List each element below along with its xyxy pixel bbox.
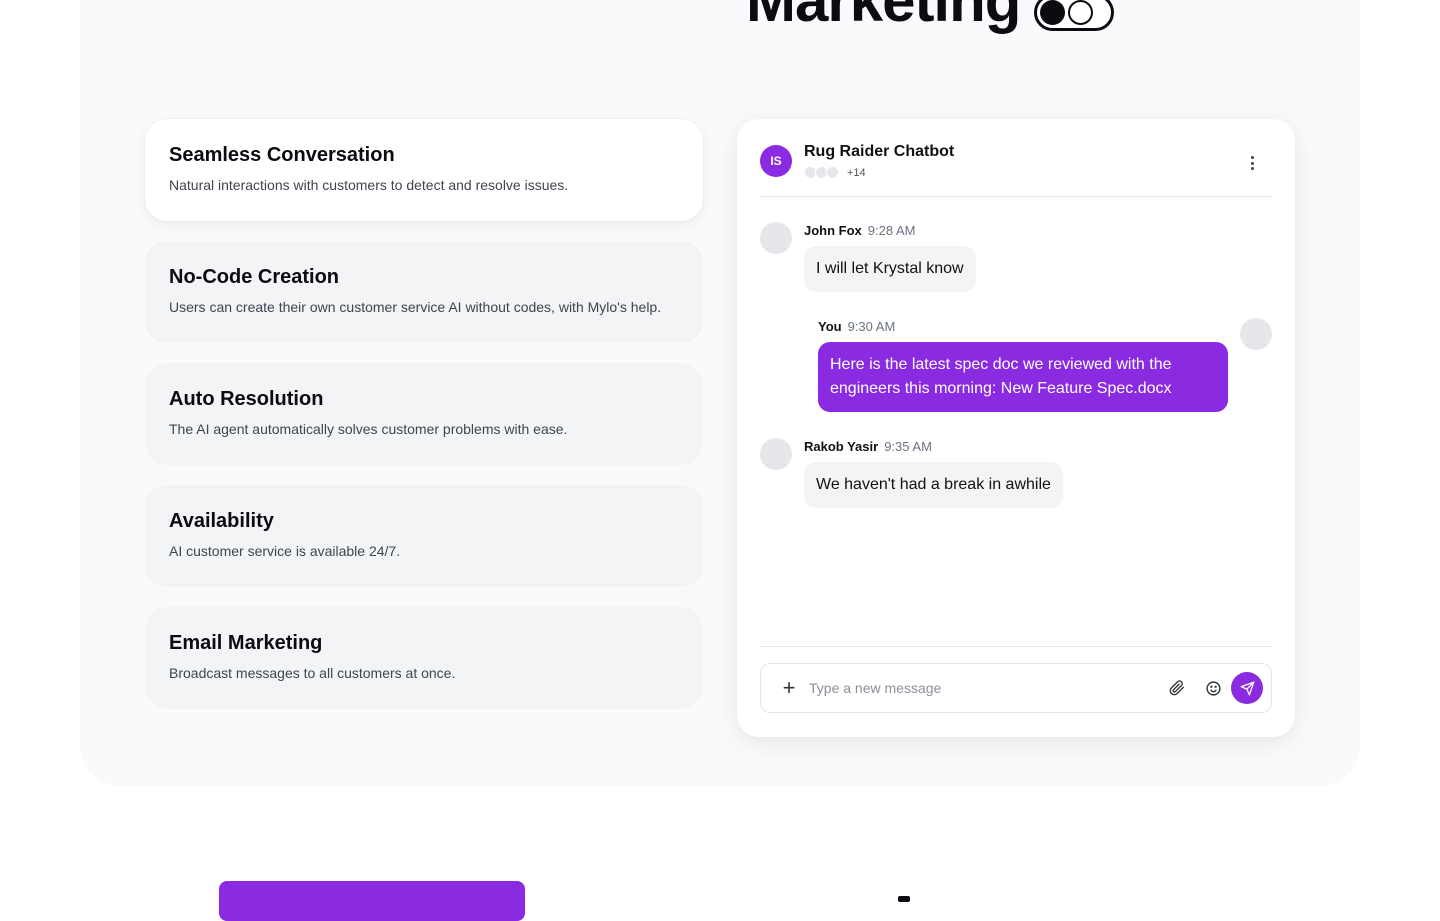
chat-title: Rug Raider Chatbot (804, 143, 955, 160)
toggle-knob-outline (1068, 0, 1093, 25)
message-time: 9:28 AM (867, 223, 916, 238)
message-bubble-outgoing: Here is the latest spec doc we reviewed … (818, 342, 1228, 412)
message-time: 9:35 AM (884, 439, 932, 454)
section-title: Marketing (746, 0, 1021, 34)
message-meta: You 9:30 AM (818, 319, 895, 334)
feature-title: Availability (169, 510, 274, 532)
feature-card-availability[interactable]: Availability AI customer service is avai… (145, 485, 703, 587)
bot-avatar: IS (760, 145, 792, 177)
attachment-icon[interactable] (1165, 676, 1189, 700)
feature-description: Broadcast messages to all customers at o… (169, 665, 456, 681)
message-composer: + (760, 663, 1272, 713)
feature-card-auto-resolution[interactable]: Auto Resolution The AI agent automatical… (145, 363, 703, 465)
avatar (760, 222, 792, 254)
add-icon[interactable]: + (777, 676, 801, 700)
send-icon (1240, 681, 1254, 695)
chat-window: IS Rug Raider Chatbot +14 John Fox 9:28 A… (737, 119, 1295, 737)
message-meta: John Fox 9:28 AM (804, 223, 915, 238)
more-options-icon[interactable] (1246, 153, 1258, 173)
message-time: 9:30 AM (847, 319, 896, 334)
member-avatar (826, 166, 839, 179)
message-bubble-incoming: I will let Krystal know (804, 246, 976, 292)
toggle-knob-filled (1040, 0, 1065, 25)
message-bubble-incoming: We haven't had a break in awhile (804, 462, 1063, 508)
feature-title: Email Marketing (169, 632, 323, 654)
feature-title: Auto Resolution (169, 388, 324, 410)
feature-card-email-marketing[interactable]: Email Marketing Broadcast messages to al… (145, 607, 703, 709)
member-count: +14 (847, 166, 866, 179)
sender-name: Rakob Yasir (804, 439, 879, 454)
chat-header: IS Rug Raider Chatbot +14 (760, 143, 1272, 197)
avatar (760, 438, 792, 470)
send-button[interactable] (1231, 672, 1263, 704)
divider (760, 646, 1272, 647)
feature-card-seamless-conversation[interactable]: Seamless Conversation Natural interactio… (145, 119, 703, 221)
feature-title: Seamless Conversation (169, 144, 395, 166)
emoji-icon[interactable] (1201, 676, 1225, 700)
feature-description: AI customer service is available 24/7. (169, 543, 401, 559)
next-section-glyph (898, 896, 910, 902)
feature-title: No-Code Creation (169, 266, 339, 288)
feature-description: Natural interactions with customers to d… (169, 177, 569, 193)
avatar (1240, 318, 1272, 350)
sender-name: You (818, 319, 842, 334)
feature-description: The AI agent automatically solves custom… (169, 421, 568, 437)
feature-card-no-code-creation[interactable]: No-Code Creation Users can create their … (145, 241, 703, 343)
sender-name: John Fox (804, 223, 862, 238)
member-avatars: +14 (804, 166, 866, 179)
message-meta: Rakob Yasir 9:35 AM (804, 439, 932, 454)
next-section-highlight (219, 881, 525, 921)
feature-description: Users can create their own customer serv… (169, 299, 662, 315)
title-toggle-switch[interactable] (1034, 0, 1114, 31)
message-input[interactable] (809, 674, 1149, 702)
